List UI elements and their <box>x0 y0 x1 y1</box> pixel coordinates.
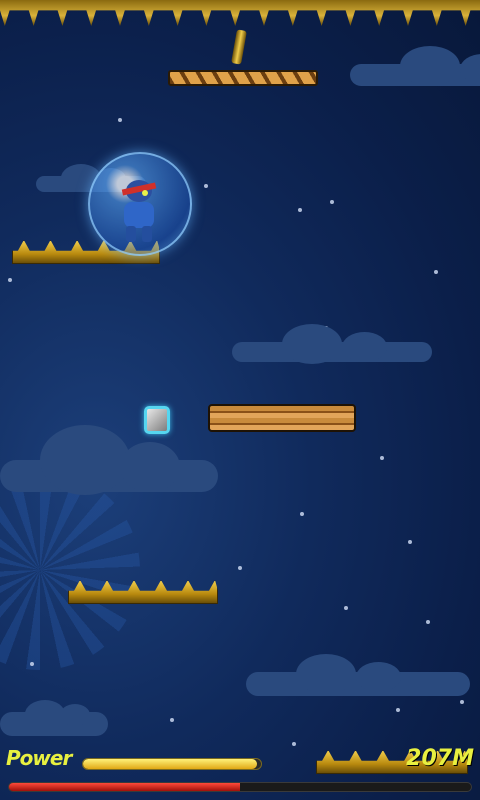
wood-platform <box>208 404 356 432</box>
light-rays <box>0 470 140 670</box>
cloud <box>350 46 480 86</box>
star <box>396 708 400 712</box>
star <box>380 456 384 460</box>
star <box>426 620 430 624</box>
level-progress-fill <box>9 783 240 791</box>
girder-platform <box>168 70 318 86</box>
cloud <box>246 654 470 696</box>
star <box>330 200 334 204</box>
distance-readout: 207M <box>406 746 474 771</box>
star <box>8 278 12 282</box>
cloud <box>0 425 218 495</box>
star <box>118 118 122 122</box>
cloud <box>232 324 432 364</box>
star <box>408 540 412 544</box>
star <box>170 718 174 722</box>
power-meter <box>82 758 262 770</box>
game-stage[interactable]: Power 207M <box>0 0 480 800</box>
stone-block-icon <box>144 406 170 434</box>
star <box>204 184 208 188</box>
star <box>460 700 464 704</box>
power-meter-fill <box>83 759 258 769</box>
star <box>344 606 348 610</box>
star <box>300 512 304 516</box>
star <box>298 208 302 212</box>
falling-spike <box>231 29 247 65</box>
star <box>238 566 242 570</box>
star <box>30 662 34 666</box>
star <box>434 270 438 274</box>
level-progress-bar <box>8 782 472 792</box>
ninja-player-icon <box>118 180 162 242</box>
ceiling-spikes <box>0 0 480 26</box>
power-label: Power <box>6 746 72 770</box>
star <box>292 742 296 746</box>
cloud <box>0 700 108 736</box>
